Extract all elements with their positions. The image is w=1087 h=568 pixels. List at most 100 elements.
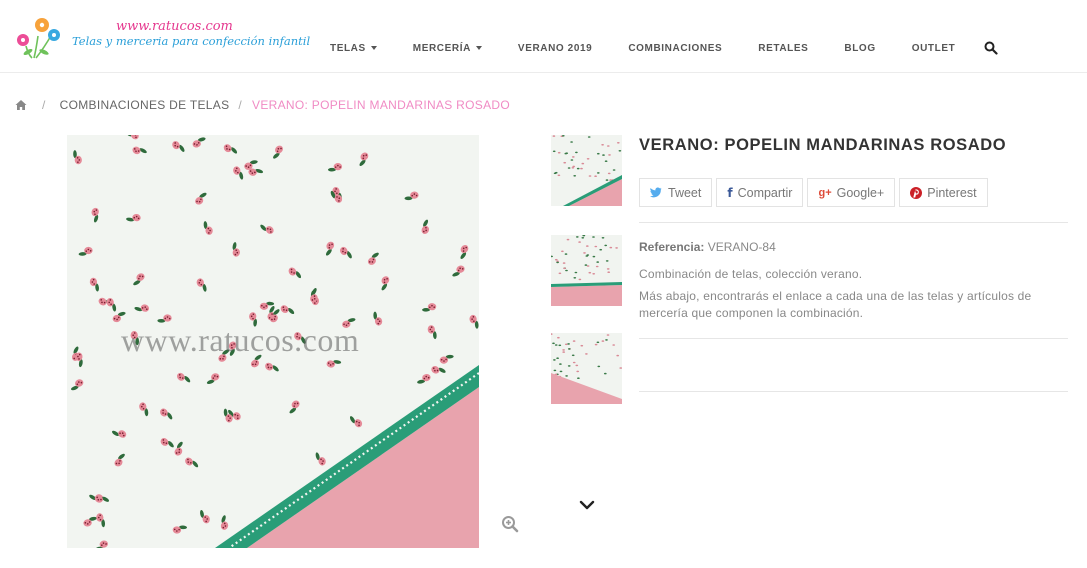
thumb-motif <box>606 268 610 270</box>
thumb-motif <box>578 241 581 243</box>
thumb-motif <box>554 258 558 261</box>
thumb-motif <box>599 248 603 251</box>
google-plus-button[interactable]: g+ Google+ <box>807 178 896 207</box>
search-icon[interactable] <box>984 41 998 55</box>
thumb-motif <box>597 365 601 368</box>
product-main-image[interactable]: www.ratucos.com <box>67 135 479 548</box>
thumb-motif <box>603 372 607 375</box>
thumbnail-image <box>551 135 622 206</box>
chevron-down-icon[interactable] <box>578 498 596 512</box>
thumb-motif <box>606 334 610 336</box>
thumb-motif <box>580 167 583 170</box>
thumb-motif <box>561 135 565 137</box>
thumbnail-1[interactable] <box>551 135 622 206</box>
thumb-motif <box>556 261 559 264</box>
thumb-motif <box>571 167 575 169</box>
breadcrumb: / COMBINACIONES DE TELAS / VERANO: POPEL… <box>15 98 510 112</box>
divider <box>639 391 1068 392</box>
thumb-motif <box>565 152 569 154</box>
thumb-motif <box>559 363 562 365</box>
twitter-icon <box>650 187 662 198</box>
thumb-motif <box>601 144 604 146</box>
thumb-motif <box>563 267 566 270</box>
thumb-motif <box>572 165 576 168</box>
product-description-line-1: Combinación de telas, colección verano. <box>639 267 863 281</box>
thumb-motif <box>566 238 570 241</box>
breadcrumb-link-combinaciones[interactable]: COMBINACIONES DE TELAS <box>60 98 230 112</box>
thumb-motif <box>553 359 556 361</box>
thumb-motif <box>601 340 605 342</box>
thumbnail-image <box>551 333 622 404</box>
facebook-share-button[interactable]: f Compartir <box>716 178 804 207</box>
home-icon[interactable] <box>15 99 27 111</box>
thumb-motif <box>604 244 608 247</box>
site-header: www.ratucos.com Telas y merceria para co… <box>0 0 1087 73</box>
divider <box>639 222 1068 223</box>
pinterest-label: Pinterest <box>927 185 977 200</box>
nav-item-verano-2019[interactable]: VERANO 2019 <box>518 43 592 54</box>
google-plus-label: Google+ <box>836 185 885 200</box>
thumb-motif <box>558 344 562 347</box>
thumb-motif <box>594 245 598 248</box>
thumb-motif <box>605 339 608 341</box>
thumb-motif <box>585 353 588 355</box>
nav-label: RETALES <box>758 42 809 54</box>
caret-down-icon <box>370 46 377 50</box>
tweet-label: Tweet <box>668 185 702 200</box>
thumb-motif <box>557 174 561 177</box>
zoom-in-icon[interactable] <box>501 515 519 533</box>
thumb-motif <box>607 172 611 175</box>
facebook-label: Compartir <box>737 185 793 200</box>
nav-item-telas[interactable]: TELAS <box>330 43 377 54</box>
nav-item-outlet[interactable]: OUTLET <box>912 43 956 54</box>
thumb-motif <box>604 160 608 162</box>
thumbnail-image <box>551 235 622 306</box>
product-title: VERANO: POPELIN MANDARINAS ROSADO <box>639 136 1007 154</box>
thumb-motif <box>596 152 600 155</box>
thumb-motif <box>559 370 563 373</box>
thumb-motif <box>565 269 568 272</box>
thumb-motif <box>587 136 591 138</box>
facebook-icon: f <box>727 185 733 200</box>
thumb-motif <box>583 252 586 254</box>
share-buttons: Tweet f Compartir g+ Google+ Pinterest <box>639 178 992 207</box>
thumb-motif <box>592 236 595 238</box>
nav-item-retales[interactable]: RETALES <box>758 43 808 54</box>
thumb-motif <box>575 236 579 238</box>
thumb-motif <box>571 156 575 158</box>
thumb-motif <box>584 264 588 266</box>
thumb-motif <box>562 262 566 264</box>
thumb-motif <box>567 343 570 345</box>
thumb-motif <box>596 172 600 174</box>
nav-label: MERCERÍA <box>412 42 471 54</box>
thumb-motif <box>592 273 596 275</box>
nav-item-blog[interactable]: BLOG <box>844 43 875 54</box>
image-watermark: www.ratucos.com <box>121 322 360 358</box>
thumb-motif <box>567 167 571 169</box>
thumb-motif <box>575 364 579 367</box>
thumb-motif <box>573 175 577 177</box>
thumb-motif <box>592 255 596 258</box>
pinterest-button[interactable]: Pinterest <box>899 178 988 207</box>
product-description-line-2: Más abajo, encontrarás el enlace a cada … <box>639 289 1032 320</box>
logo-tagline: Telas y merceria para confección infanti… <box>72 34 311 48</box>
pinterest-icon <box>910 186 923 199</box>
thumbnail-3[interactable] <box>551 333 622 404</box>
thumb-motif <box>605 179 609 181</box>
thumb-motif <box>594 175 597 177</box>
thumb-motif <box>585 245 589 247</box>
nav-item-merceria[interactable]: MERCERÍA <box>413 43 482 54</box>
nav-label: BLOG <box>844 42 876 54</box>
breadcrumb-separator: / <box>238 98 243 112</box>
tweet-button[interactable]: Tweet <box>639 178 713 207</box>
thumb-motif <box>580 344 584 347</box>
nav-item-combinaciones[interactable]: COMBINACIONES <box>628 43 722 54</box>
thumbnail-2[interactable] <box>551 235 622 306</box>
thumb-motif <box>562 349 565 351</box>
thumb-motif <box>596 341 600 344</box>
thumb-motif <box>567 365 571 367</box>
thumb-motif <box>606 145 610 147</box>
nav-label: TELAS <box>330 42 366 54</box>
site-logo[interactable]: www.ratucos.com Telas y merceria para co… <box>14 12 310 62</box>
thumb-motif <box>571 354 575 357</box>
